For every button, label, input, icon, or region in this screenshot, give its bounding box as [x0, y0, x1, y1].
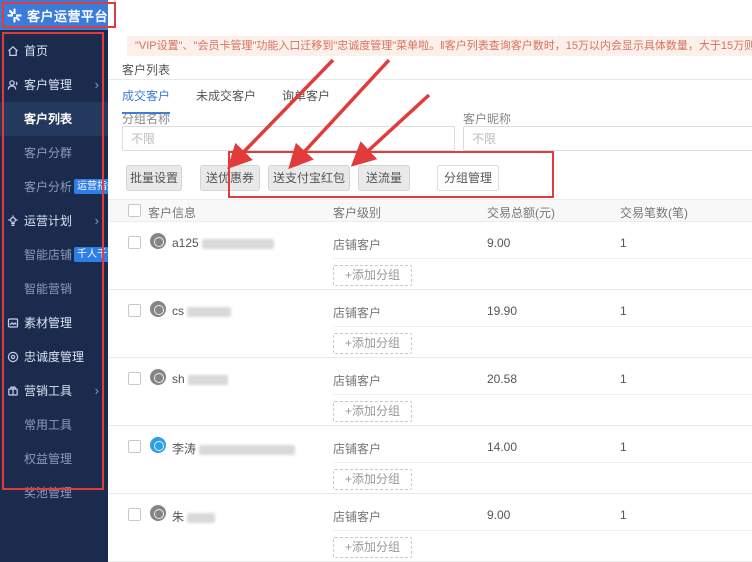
- masked-text: [199, 445, 295, 455]
- select-all-checkbox[interactable]: [128, 204, 141, 217]
- sidebar-item-smart-store[interactable]: 智能店铺 千人千面: [0, 238, 108, 272]
- batch-settings-button[interactable]: 批量设置: [126, 165, 182, 191]
- customer-table-body: a125 店铺客户 9.00 1 +添加分组 cs 店铺客户 19.90 1 +…: [108, 222, 752, 562]
- table-header: 客户信息 客户级别 交易总额(元) 交易笔数(笔): [108, 199, 752, 222]
- group-management-button[interactable]: 分组管理: [437, 165, 499, 191]
- col-customer-level: 客户级别: [333, 204, 381, 221]
- add-group-button[interactable]: +添加分组: [333, 333, 412, 354]
- tab-inquiry-customers[interactable]: 询单客户: [282, 87, 330, 114]
- col-customer-info: 客户信息: [148, 204, 196, 221]
- row-divider: [333, 462, 752, 463]
- customer-level: 店铺客户: [333, 508, 381, 525]
- send-traffic-button[interactable]: 送流量: [358, 165, 410, 191]
- sidebar-item-home[interactable]: 首页: [0, 34, 108, 68]
- customers-icon: [7, 79, 19, 91]
- sidebar-item-customer-segments[interactable]: 客户分群: [0, 136, 108, 170]
- masked-text: [187, 307, 231, 317]
- row-checkbox[interactable]: [128, 440, 141, 453]
- row-checkbox[interactable]: [128, 304, 141, 317]
- col-transaction-count: 交易笔数(笔): [620, 204, 688, 221]
- send-coupon-button[interactable]: 送优惠券: [200, 165, 260, 191]
- row-checkbox[interactable]: [128, 508, 141, 521]
- sidebar-item-customer-management[interactable]: 客户管理: [0, 68, 108, 102]
- col-transaction-amount: 交易总额(元): [487, 204, 555, 221]
- customer-level: 店铺客户: [333, 304, 381, 321]
- add-group-button[interactable]: +添加分组: [333, 537, 412, 558]
- customer-name: cs: [172, 304, 231, 318]
- sidebar-item-smart-marketing[interactable]: 智能营销: [0, 272, 108, 306]
- row-checkbox[interactable]: [128, 236, 141, 249]
- platform-logo-icon: [7, 8, 22, 23]
- nickname-label: 客户昵称: [463, 110, 511, 127]
- customer-level: 店铺客户: [333, 236, 381, 253]
- row-divider: [333, 394, 752, 395]
- customer-level: 店铺客户: [333, 440, 381, 457]
- sidebar-item-marketing-tools[interactable]: 营销工具: [0, 374, 108, 408]
- customer-name: a125: [172, 236, 274, 250]
- customer-operations-platform: { "brand": { "title": "客户运营平台" }, "color…: [0, 0, 752, 562]
- group-name-label: 分组名称: [122, 110, 170, 127]
- tools-icon: [7, 385, 19, 397]
- main-content: "VIP设置"、"会员卡管理"功能入口迁移到"忠诚度管理"菜单啦。‖客户列表查询…: [108, 0, 752, 562]
- nickname-input[interactable]: [463, 126, 752, 151]
- transaction-count: 1: [620, 236, 627, 250]
- masked-text: [187, 513, 215, 523]
- add-group-button[interactable]: +添加分组: [333, 265, 412, 286]
- add-group-button[interactable]: +添加分组: [333, 401, 412, 422]
- sidebar-item-common-tools[interactable]: 常用工具: [0, 408, 108, 442]
- transaction-count: 1: [620, 304, 627, 318]
- transaction-count: 1: [620, 440, 627, 454]
- send-alipay-redpacket-button[interactable]: 送支付宝红包: [268, 165, 350, 191]
- customer-avatar: [150, 369, 166, 385]
- table-row: 李涛 店铺客户 14.00 1 +添加分组: [108, 426, 752, 494]
- customer-avatar: [150, 505, 166, 521]
- table-row: a125 店铺客户 9.00 1 +添加分组: [108, 222, 752, 290]
- customer-name: sh: [172, 372, 228, 386]
- app-logo-bar: 客户运营平台: [0, 0, 113, 30]
- masked-text: [188, 375, 228, 385]
- customer-level: 店铺客户: [333, 372, 381, 389]
- material-icon: [7, 317, 19, 329]
- customer-name: 李涛: [172, 440, 295, 457]
- masked-text: [202, 239, 274, 249]
- plan-icon: [7, 215, 19, 227]
- customer-name: 朱: [172, 508, 215, 525]
- page-title: 客户列表: [122, 61, 170, 78]
- sidebar-item-material-management[interactable]: 素材管理: [0, 306, 108, 340]
- tab-nondeal-customers[interactable]: 未成交客户: [196, 87, 256, 114]
- sidebar-item-rights-management[interactable]: 权益管理: [0, 442, 108, 476]
- table-row: cs 店铺客户 19.90 1 +添加分组: [108, 290, 752, 358]
- sidebar-item-prizepool-management[interactable]: 奖池管理: [0, 476, 108, 510]
- customer-avatar: [150, 233, 166, 249]
- row-checkbox[interactable]: [128, 372, 141, 385]
- group-name-input[interactable]: [122, 126, 455, 151]
- row-divider: [333, 258, 752, 259]
- transaction-amount: 9.00: [487, 236, 510, 250]
- row-divider: [333, 530, 752, 531]
- add-group-button[interactable]: +添加分组: [333, 469, 412, 490]
- app-title: 客户运营平台: [27, 6, 108, 25]
- table-row: sh 店铺客户 20.58 1 +添加分组: [108, 358, 752, 426]
- transaction-amount: 9.00: [487, 508, 510, 522]
- notice-bar: "VIP设置"、"会员卡管理"功能入口迁移到"忠诚度管理"菜单啦。‖客户列表查询…: [127, 36, 752, 56]
- customer-avatar: [150, 437, 166, 453]
- transaction-amount: 14.00: [487, 440, 517, 454]
- transaction-count: 1: [620, 372, 627, 386]
- home-icon: [7, 45, 19, 57]
- transaction-amount: 19.90: [487, 304, 517, 318]
- row-divider: [333, 326, 752, 327]
- sidebar-item-loyalty-management[interactable]: 忠诚度管理: [0, 340, 108, 374]
- title-divider: [108, 79, 752, 80]
- sidebar: 首页 客户管理 客户列表 客户分群 客户分析 运营指数 运营计划 智能店铺 千人…: [0, 30, 108, 562]
- transaction-count: 1: [620, 508, 627, 522]
- loyalty-icon: [7, 351, 19, 363]
- sidebar-item-customer-list[interactable]: 客户列表: [0, 102, 108, 136]
- customer-avatar: [150, 301, 166, 317]
- table-row: 朱 店铺客户 9.00 1 +添加分组: [108, 494, 752, 562]
- transaction-amount: 20.58: [487, 372, 517, 386]
- sidebar-item-operation-plan[interactable]: 运营计划: [0, 204, 108, 238]
- sidebar-item-customer-analysis[interactable]: 客户分析 运营指数: [0, 170, 108, 204]
